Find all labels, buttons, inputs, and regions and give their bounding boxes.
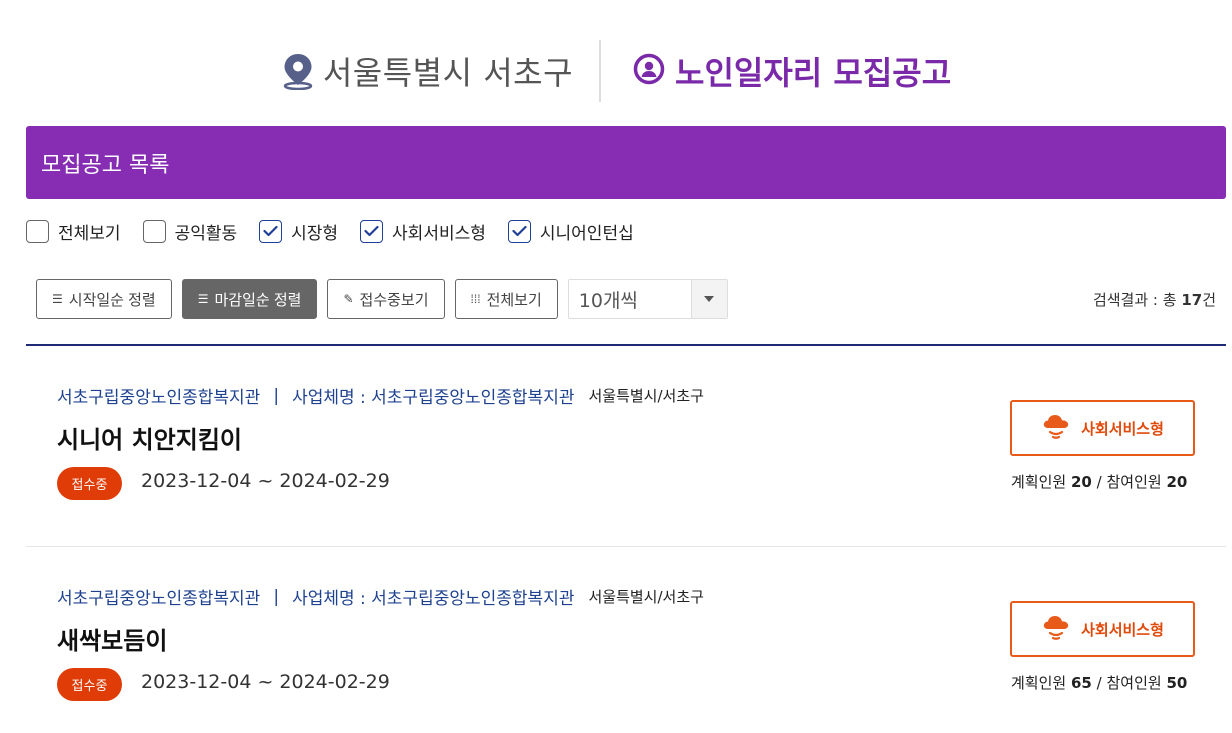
page-size-select[interactable]: 10개씩	[567, 279, 728, 319]
cloud-service-icon	[1041, 412, 1071, 444]
list-icon: ☰	[197, 292, 209, 306]
brand-text: 노인일자리 모집공고	[675, 54, 952, 92]
location-text: 서울특별시/서초구	[588, 588, 704, 606]
check-icon	[512, 225, 527, 237]
joined-label: 참여인원	[1106, 473, 1162, 491]
org-name[interactable]: 서초구립중앙노인종합복지관	[57, 383, 260, 408]
filter-label: 시니어인턴십	[539, 223, 634, 244]
check-icon	[364, 225, 379, 237]
type-badge: 사회서비스형	[1010, 601, 1195, 657]
filter-label: 시장형	[291, 223, 339, 244]
filter-label: 전체보기	[58, 223, 121, 244]
item-meta: 서초구립중앙노인종합복지관 | 사업체명 : 서초구립중앙노인종합복지관 서울특…	[57, 383, 704, 409]
type-badge: 사회서비스형	[1010, 400, 1195, 456]
region-name: 서울특별시 서초구	[322, 54, 574, 92]
cloud-service-icon	[1041, 613, 1071, 645]
item-title[interactable]: 새싹보듬이	[57, 621, 167, 656]
joined-count: 20	[1166, 473, 1188, 491]
checkbox[interactable]	[507, 219, 531, 243]
button-label: 마감일순 정렬	[214, 291, 302, 309]
location-text: 서울특별시/서초구	[588, 387, 704, 405]
list-icon: ☰	[52, 292, 63, 306]
checkbox[interactable]	[26, 219, 49, 243]
org-name[interactable]: 서초구립중앙노인종합복지관	[57, 584, 260, 609]
page-size-value: 10개씩	[578, 289, 638, 312]
filter-all[interactable]: 전체보기	[26, 219, 121, 244]
checkbox[interactable]	[360, 219, 384, 243]
business-name: 사업체명 : 서초구립중앙노인종합복지관	[292, 589, 575, 609]
sort-by-end-button[interactable]: ☰ 마감일순 정렬	[181, 279, 318, 319]
status-badge: 접수중	[57, 467, 122, 500]
item-meta: 서초구립중앙노인종합복지관 | 사업체명 : 서초구립중앙노인종합복지관 서울특…	[57, 584, 704, 610]
count-separator: /	[1096, 674, 1102, 692]
result-number: 17	[1181, 291, 1203, 309]
location-pin-icon	[281, 52, 315, 90]
filter-public-activity[interactable]: 공익활동	[142, 219, 238, 244]
planned-label: 계획인원	[1011, 473, 1067, 491]
type-label: 사회서비스형	[1081, 419, 1164, 438]
planned-label: 계획인원	[1011, 674, 1067, 692]
result-prefix: 검색결과 : 총	[1092, 291, 1182, 309]
chevron-down-icon[interactable]	[690, 280, 727, 318]
checkbox[interactable]	[259, 219, 283, 243]
page-header: 서울특별시 서초구 노인일자리 모집공고	[0, 40, 1232, 102]
headcount: 계획인원 20 / 참여인원 20	[1011, 471, 1187, 492]
status-badge: 접수중	[57, 668, 122, 701]
item-title[interactable]: 시니어 치안지킴이	[57, 420, 242, 455]
planned-count: 20	[1070, 473, 1092, 491]
button-label: 접수중보기	[359, 291, 429, 309]
item-period: 2023-12-04 ~ 2024-02-29	[141, 470, 390, 492]
button-label: 전체보기	[486, 291, 542, 309]
filter-market-type[interactable]: 시장형	[259, 219, 338, 244]
show-accepting-button[interactable]: ✎ 접수중보기	[327, 279, 445, 319]
checkbox[interactable]	[142, 219, 166, 243]
headcount: 계획인원 65 / 참여인원 50	[1011, 672, 1187, 693]
section-header: 모집공고 목록	[26, 126, 1226, 199]
check-icon	[263, 225, 278, 237]
grid-icon: ⁞⁞⁞	[470, 292, 481, 306]
item-period: 2023-12-04 ~ 2024-02-29	[141, 671, 390, 693]
person-circle-icon	[633, 53, 665, 89]
count-separator: /	[1096, 473, 1102, 491]
meta-separator: |	[273, 385, 280, 406]
filter-senior-intern[interactable]: 시니어인턴십	[507, 219, 634, 244]
meta-separator: |	[273, 586, 280, 607]
button-label: 시작일순 정렬	[68, 291, 156, 309]
filter-social-service[interactable]: 사회서비스형	[360, 219, 486, 244]
list-item[interactable]: 서초구립중앙노인종합복지관 | 사업체명 : 서초구립중앙노인종합복지관 서울특…	[26, 546, 1226, 733]
region-selector[interactable]: 서울특별시 서초구	[281, 48, 599, 94]
result-count: 검색결과 : 총 17건	[1093, 289, 1216, 310]
view-all-button[interactable]: ⁞⁞⁞ 전체보기	[454, 279, 558, 319]
pencil-icon: ✎	[343, 292, 354, 306]
filter-label: 사회서비스형	[392, 223, 486, 244]
filter-group: 전체보기 공익활동 시장형 사회서비스형 시니어인턴십	[26, 218, 656, 244]
joined-count: 50	[1166, 674, 1188, 692]
result-suffix: 건	[1202, 291, 1216, 309]
business-name: 사업체명 : 서초구립중앙노인종합복지관	[292, 388, 575, 408]
filter-label: 공익활동	[174, 223, 238, 244]
list-item[interactable]: 서초구립중앙노인종합복지관 | 사업체명 : 서초구립중앙노인종합복지관 서울특…	[26, 346, 1226, 546]
joined-label: 참여인원	[1106, 674, 1162, 692]
planned-count: 65	[1070, 674, 1092, 692]
toolbar: ☰ 시작일순 정렬 ☰ 마감일순 정렬 ✎ 접수중보기 ⁞⁞⁞ 전체보기 10개…	[36, 279, 728, 319]
type-label: 사회서비스형	[1081, 620, 1164, 639]
brand-title: 노인일자리 모집공고	[601, 48, 951, 94]
section-title: 모집공고 목록	[41, 152, 170, 178]
sort-by-start-button[interactable]: ☰ 시작일순 정렬	[36, 279, 172, 319]
